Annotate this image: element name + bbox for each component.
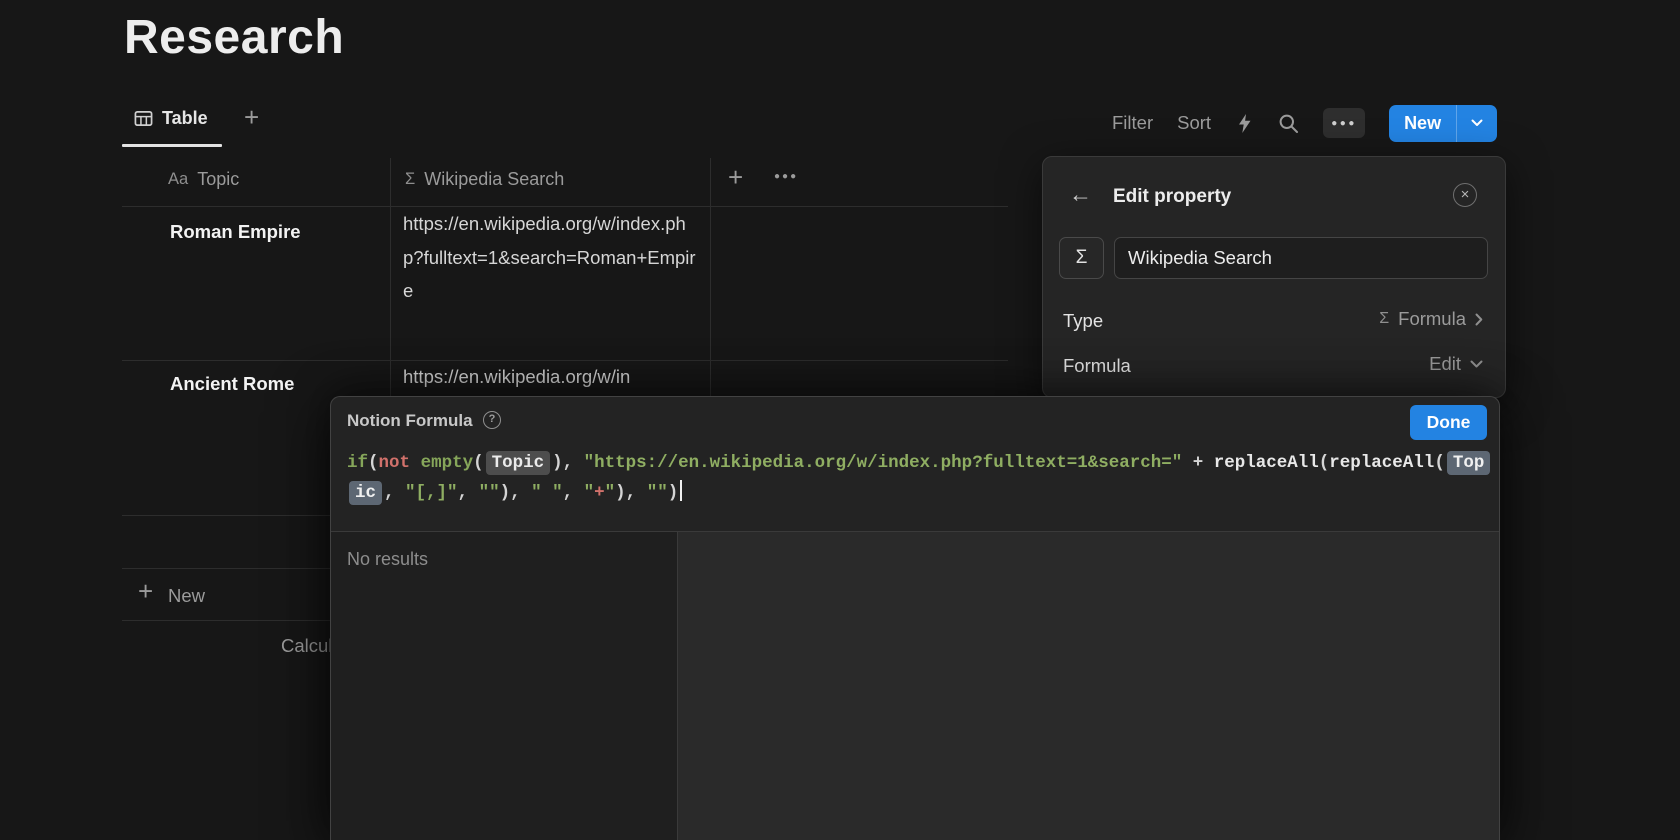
- new-button[interactable]: New: [1389, 105, 1456, 142]
- formula-edit-button[interactable]: Edit: [1429, 353, 1483, 375]
- text-caret: [680, 480, 682, 501]
- code-line: if(not empty(Topic), "https://en.wikiped…: [347, 449, 1487, 479]
- close-icon[interactable]: ×: [1453, 183, 1477, 207]
- code-token: ,: [458, 483, 479, 503]
- add-column-button[interactable]: +: [728, 162, 743, 193]
- code-token: ,: [563, 483, 584, 503]
- code-token: if: [347, 453, 368, 473]
- type-row-label: Type: [1063, 310, 1103, 332]
- page-title[interactable]: Research: [124, 10, 344, 65]
- formula-popup-title: Notion Formula: [347, 411, 473, 431]
- ellipsis-icon: ●●●: [1331, 118, 1357, 129]
- code-token: replaceAll: [1329, 453, 1434, 473]
- lightning-icon: [1235, 113, 1254, 134]
- property-chip[interactable]: ic: [349, 481, 382, 505]
- code-token: [410, 453, 421, 473]
- filter-button[interactable]: Filter: [1112, 112, 1153, 134]
- sigma-icon: Σ: [1379, 310, 1389, 328]
- chevron-down-icon: [1471, 119, 1483, 127]
- formula-editor-popup: Notion Formula ? Done if(not empty(Topic…: [330, 396, 1500, 840]
- code-token: ,: [384, 483, 405, 503]
- code-token: "": [479, 483, 500, 503]
- code-token: "": [647, 483, 668, 503]
- cell-topic[interactable]: Roman Empire: [170, 221, 301, 243]
- notion-database-page: Research Table + Filter Sort ●●●: [0, 0, 1680, 840]
- code-token: (: [1319, 453, 1330, 473]
- formula-property-icon: Σ: [405, 170, 415, 189]
- code-token: " ": [531, 483, 563, 503]
- cell-formula-result[interactable]: https://en.wikipedia.org/w/in: [403, 360, 630, 394]
- new-split-button: New: [1389, 105, 1497, 142]
- code-line: ic, "[,]", ""), " ", "+"), ""): [347, 479, 1487, 509]
- new-row-button[interactable]: New: [168, 585, 205, 607]
- ellipsis-icon: ●●●: [774, 171, 798, 182]
- panel-title: Edit property: [1113, 186, 1231, 208]
- code-token: (: [368, 453, 379, 473]
- formula-edit-label: Edit: [1429, 353, 1461, 375]
- add-view-button[interactable]: +: [244, 102, 259, 133]
- property-chip[interactable]: Topic: [486, 451, 551, 475]
- column-header-topic[interactable]: Aa Topic: [168, 169, 239, 190]
- property-name-input[interactable]: [1114, 237, 1488, 279]
- cell-topic[interactable]: Ancient Rome: [170, 373, 294, 395]
- active-tab-underline: [122, 144, 222, 147]
- column-header-label: Wikipedia Search: [424, 169, 564, 190]
- formula-input[interactable]: if(not empty(Topic), "https://en.wikiped…: [347, 449, 1487, 508]
- code-token: ): [668, 483, 679, 503]
- sigma-icon: Σ: [1076, 247, 1088, 269]
- plus-icon: +: [138, 576, 153, 607]
- table-options-button[interactable]: ●●●: [774, 171, 798, 182]
- search-icon: [1278, 113, 1299, 134]
- formula-row-label: Formula: [1063, 355, 1131, 377]
- formula-suggestions-panel: No results: [331, 532, 677, 840]
- code-token: (: [473, 453, 484, 473]
- done-button[interactable]: Done: [1410, 405, 1487, 440]
- type-row-value[interactable]: Σ Formula: [1379, 308, 1483, 330]
- column-header-wikipedia-search[interactable]: Σ Wikipedia Search: [405, 169, 564, 190]
- code-token: empty: [421, 453, 474, 473]
- code-token: not: [379, 453, 411, 473]
- code-token: "[,]": [405, 483, 458, 503]
- code-token: +: [594, 483, 605, 503]
- back-arrow-icon[interactable]: ←: [1069, 181, 1092, 208]
- type-value-label: Formula: [1398, 308, 1466, 330]
- sort-button[interactable]: Sort: [1177, 112, 1211, 134]
- view-toolbar: Filter Sort ●●● New: [1112, 103, 1497, 143]
- code-token: (: [1434, 453, 1445, 473]
- code-token: ),: [552, 453, 584, 473]
- new-button-label: New: [1404, 113, 1441, 134]
- table-icon: [134, 109, 153, 128]
- column-header-label: Topic: [197, 169, 239, 190]
- automations-button[interactable]: [1235, 113, 1254, 134]
- code-token: ),: [615, 483, 647, 503]
- property-type-button[interactable]: Σ: [1059, 237, 1104, 279]
- new-dropdown-button[interactable]: [1456, 105, 1497, 142]
- tab-table-view[interactable]: Table: [134, 108, 208, 129]
- chevron-down-icon: [1470, 360, 1483, 369]
- view-options-button[interactable]: ●●●: [1323, 108, 1365, 138]
- code-token: ),: [500, 483, 532, 503]
- code-token: "https://en.wikipedia.org/w/index.php?fu…: [584, 453, 1183, 473]
- search-button[interactable]: [1278, 113, 1299, 134]
- formula-detail-panel: [677, 532, 1499, 840]
- code-token: replaceAll: [1214, 453, 1319, 473]
- property-chip[interactable]: Top: [1447, 451, 1491, 475]
- code-token: ": [584, 483, 595, 503]
- no-results-label: No results: [347, 549, 428, 570]
- title-property-icon: Aa: [168, 170, 188, 189]
- code-token: ": [605, 483, 616, 503]
- edit-property-panel: ← Edit property × Σ Type Σ Formula Formu…: [1042, 156, 1506, 398]
- code-token: +: [1182, 453, 1214, 473]
- cell-formula-result[interactable]: https://en.wikipedia.org/w/index.php?ful…: [403, 207, 701, 308]
- tab-table-label: Table: [162, 108, 208, 129]
- help-icon[interactable]: ?: [483, 411, 501, 429]
- chevron-right-icon: [1475, 313, 1483, 326]
